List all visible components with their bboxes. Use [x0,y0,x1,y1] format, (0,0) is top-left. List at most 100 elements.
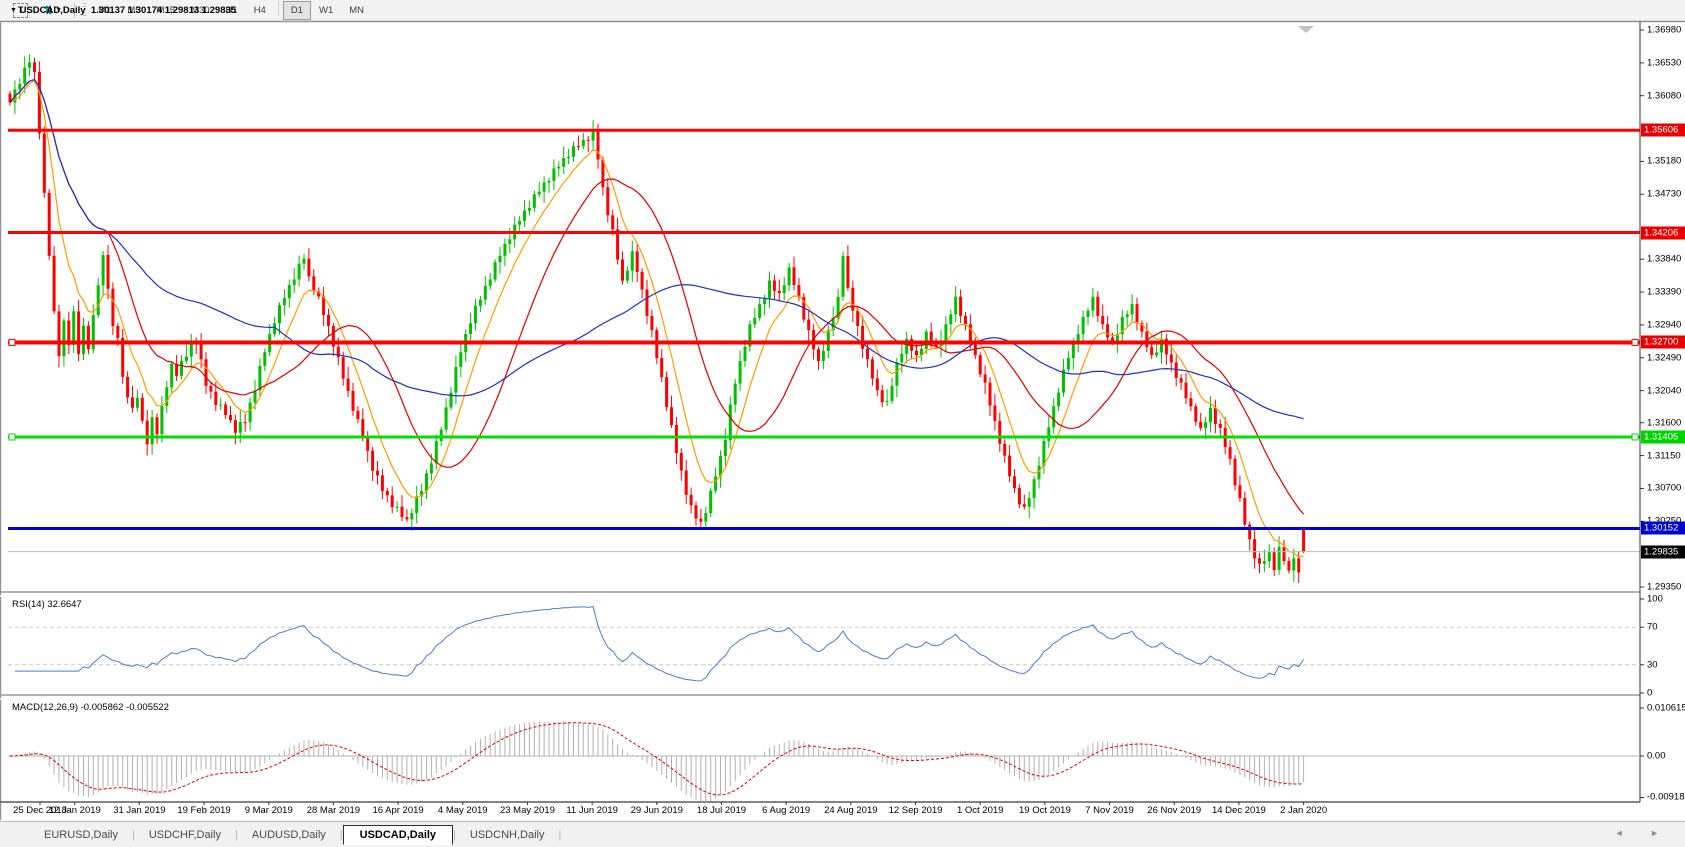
collapse-triangle-icon[interactable]: ▼ [10,7,17,14]
candle [293,279,296,285]
candle [107,255,110,289]
candle [949,314,952,324]
candle [386,491,389,495]
candle [724,440,727,456]
candle [626,271,629,281]
timeframe-button-mn[interactable]: MN [341,1,372,20]
candle [425,473,428,490]
candle [410,513,413,519]
date-label: 28 Mar 2019 [307,805,360,816]
chart-shift-marker-icon[interactable] [1298,26,1314,33]
candle [641,272,644,290]
candle [82,326,85,354]
candle [278,305,281,323]
candle [753,318,756,324]
date-label: 26 Nov 2019 [1147,805,1201,816]
candle [459,352,462,367]
candle [405,517,408,519]
candle [1199,422,1202,428]
candle [1136,304,1139,323]
candle [846,256,849,288]
candle [205,359,208,385]
candle [739,361,742,384]
price-tick-label: 1.33390 [1647,287,1681,298]
fast-ma[interactable] [10,81,1304,557]
candle [371,451,374,471]
tab-usdcad[interactable]: USDCAD,Daily [343,825,453,845]
candle [1180,378,1183,383]
date-label: 2 Jan 2020 [1280,805,1327,816]
candle [518,221,521,225]
price-tick-label: 1.36530 [1647,57,1681,68]
candle [283,298,286,305]
candle [548,181,551,183]
date-label: 12 Sep 2019 [889,805,943,816]
candle [1189,398,1192,406]
candle [239,422,242,433]
candle [18,84,21,90]
candle [401,507,404,517]
chart-canvas[interactable] [0,21,1685,820]
candle [680,453,683,471]
hline-handle[interactable] [9,434,15,440]
mt4-window: T ⇅ ▼ M1M5M15M30H1H4D1W1MN ▼ USDCAD,Dail… [0,0,1685,847]
hline-handle[interactable] [1632,434,1638,440]
candle [1131,304,1134,314]
price-tick-label: 1.31600 [1647,417,1681,428]
candle [915,351,918,355]
candle [773,280,776,290]
candle [102,255,105,285]
date-label: 23 May 2019 [500,805,555,816]
rsi-line[interactable] [15,607,1304,681]
candle [572,146,575,157]
candle [1287,561,1290,571]
candle [156,417,159,434]
timeframe-button-d1[interactable]: D1 [283,1,311,20]
candle [376,471,379,476]
candle [528,208,531,211]
candle [861,326,864,349]
candle [587,140,590,141]
hline-handle[interactable] [9,339,15,345]
candle [1096,297,1099,316]
timeframe-button-w1[interactable]: W1 [311,1,341,20]
candle [1003,444,1006,456]
candle [224,405,227,415]
candle [249,403,252,423]
candle [685,471,688,495]
candle [793,267,796,285]
candle [1047,427,1050,441]
candle [1248,525,1251,540]
candle [263,352,266,366]
candle [435,441,438,463]
candle [783,285,786,293]
candle [979,355,982,374]
candle [998,421,1001,444]
macd-label: MACD(12,26,9) -0.005862 -0.005522 [12,702,169,713]
candle [891,386,894,401]
timeframe-button-h4[interactable]: H4 [246,1,274,20]
price-tick-label: 1.35180 [1647,156,1681,167]
tab-scroll-arrows[interactable]: ◄ ► [1615,828,1671,838]
price-tick-label: 1.32940 [1647,319,1681,330]
candle [543,183,546,192]
tab-usdcnh[interactable]: USDCNH,Daily [456,826,559,844]
tab-usdchf[interactable]: USDCHF,Daily [135,826,235,844]
candle [665,377,668,407]
candle [1057,393,1060,407]
candle [993,406,996,421]
candle [807,320,810,330]
candle [699,519,702,522]
candle [944,324,947,341]
candle [1258,558,1261,563]
candle [499,256,502,262]
toolbar: T ⇅ ▼ M1M5M15M30H1H4D1W1MN [0,0,1685,21]
candle [234,420,237,433]
candle [1204,422,1207,428]
candle [508,239,511,244]
date-label: 14 Dec 2019 [1212,805,1266,816]
tab-audusd[interactable]: AUDUSD,Daily [238,826,340,844]
hline-handle[interactable] [1632,339,1638,345]
candle [1101,316,1104,324]
tab-eurusd[interactable]: EURUSD,Daily [30,826,132,844]
